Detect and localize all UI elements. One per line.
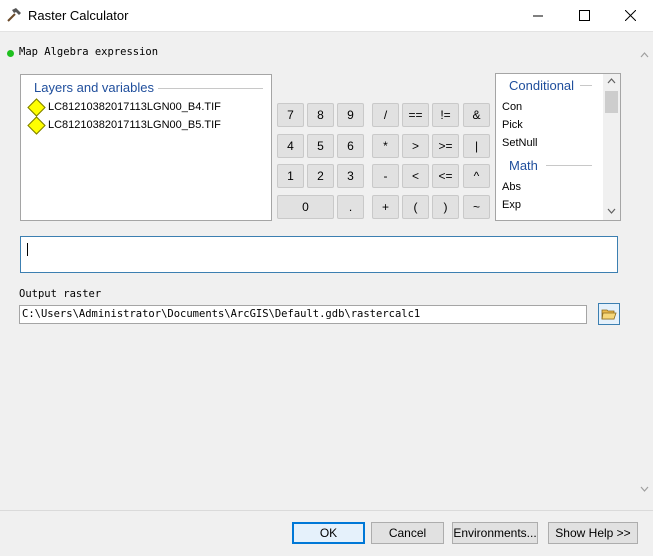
layers-list[interactable]: Layers and variables LC81210382017113LGN… (20, 74, 272, 221)
function-setnull[interactable]: SetNull (502, 137, 537, 149)
scroll-down-icon[interactable] (607, 208, 616, 214)
key-7[interactable]: 7 (277, 103, 304, 127)
output-raster-label: Output raster (19, 288, 102, 300)
required-indicator-icon (7, 50, 14, 57)
scroll-down-icon[interactable] (639, 483, 650, 494)
key-3[interactable]: 3 (337, 164, 364, 188)
functions-scrollbar[interactable] (603, 74, 620, 220)
key-not[interactable]: ~ (463, 195, 490, 219)
close-button[interactable] (607, 0, 653, 31)
key-5[interactable]: 5 (307, 134, 334, 158)
layers-title: Layers and variables (34, 80, 158, 95)
layer-name: LC81210382017113LGN00_B5.TIF (48, 119, 221, 131)
key-multiply[interactable]: * (372, 134, 399, 158)
key-less-equal[interactable]: <= (432, 164, 459, 188)
key-1[interactable]: 1 (277, 164, 304, 188)
close-icon (624, 10, 636, 21)
key-6[interactable]: 6 (337, 134, 364, 158)
hammer-icon (7, 8, 21, 22)
layer-item[interactable]: LC81210382017113LGN00_B5.TIF (27, 115, 221, 135)
key-decimal[interactable]: . (337, 195, 364, 219)
raster-layer-icon (27, 97, 46, 117)
minimize-icon (532, 15, 543, 17)
key-and[interactable]: & (463, 103, 490, 127)
layer-name: LC81210382017113LGN00_B4.TIF (48, 101, 221, 113)
raster-layer-icon (27, 115, 46, 135)
browse-button[interactable] (598, 303, 620, 325)
key-close-paren[interactable]: ) (432, 195, 459, 219)
key-open-paren[interactable]: ( (402, 195, 429, 219)
function-con[interactable]: Con (502, 101, 522, 113)
key-2[interactable]: 2 (307, 164, 334, 188)
window-title: Raster Calculator (28, 8, 129, 23)
key-or[interactable]: | (463, 134, 490, 158)
function-exp[interactable]: Exp (502, 199, 521, 211)
maximize-button[interactable] (561, 0, 607, 31)
key-add[interactable]: + (372, 195, 399, 219)
key-subtract[interactable]: - (372, 164, 399, 188)
key-not-equal[interactable]: != (432, 103, 459, 127)
key-8[interactable]: 8 (307, 103, 334, 127)
function-abs[interactable]: Abs (502, 181, 521, 193)
section-divider (546, 165, 592, 166)
minimize-button[interactable] (515, 0, 561, 31)
ok-button[interactable]: OK (292, 522, 365, 544)
key-less[interactable]: < (402, 164, 429, 188)
key-4[interactable]: 4 (277, 134, 304, 158)
output-raster-input[interactable]: C:\Users\Administrator\Documents\ArcGIS\… (19, 305, 587, 324)
title-bar[interactable]: Raster Calculator (0, 0, 653, 31)
function-pick[interactable]: Pick (502, 119, 523, 131)
section-divider (158, 88, 263, 89)
conditional-heading: Conditional (509, 78, 579, 93)
scroll-up-icon[interactable] (607, 78, 616, 84)
key-greater[interactable]: > (402, 134, 429, 158)
scroll-thumb[interactable] (605, 91, 618, 113)
key-xor[interactable]: ^ (463, 164, 490, 188)
text-caret (27, 243, 28, 256)
scroll-up-icon[interactable] (639, 50, 650, 61)
maximize-icon (578, 10, 590, 21)
environments-button[interactable]: Environments... (452, 522, 538, 544)
section-divider (580, 85, 592, 86)
key-9[interactable]: 9 (337, 103, 364, 127)
key-greater-equal[interactable]: >= (432, 134, 459, 158)
show-help-button[interactable]: Show Help >> (548, 522, 638, 544)
functions-list[interactable]: Conditional Con Pick SetNull Math Abs Ex… (495, 73, 621, 221)
key-divide[interactable]: / (372, 103, 399, 127)
expression-label: Map Algebra expression (19, 46, 159, 58)
dialog-footer: OK Cancel Environments... Show Help >> (0, 510, 653, 556)
expression-input[interactable] (20, 236, 618, 273)
dialog-content: Map Algebra expression Layers and variab… (0, 31, 653, 511)
cancel-button[interactable]: Cancel (371, 522, 444, 544)
layer-item[interactable]: LC81210382017113LGN00_B4.TIF (27, 97, 221, 117)
key-0[interactable]: 0 (277, 195, 334, 219)
key-equal[interactable]: == (402, 103, 429, 127)
math-heading: Math (509, 158, 542, 173)
folder-icon (601, 309, 617, 320)
dialog-scrollbar[interactable] (636, 32, 653, 511)
